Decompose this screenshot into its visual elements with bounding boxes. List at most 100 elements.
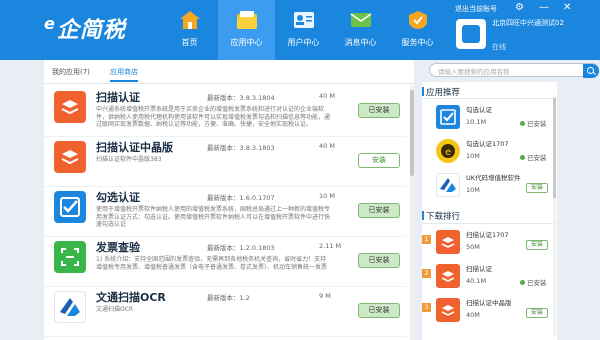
app-title[interactable]: 扫描认证中晶版 (96, 139, 173, 155)
app-tabs: 我的应用(7) 应用商店 请输入要搜索的应用名称 (44, 60, 599, 84)
installed-button[interactable]: 已安装 (358, 103, 400, 118)
installed-status: 已安装 (520, 152, 547, 162)
app-list-pane: 我的应用(7) 应用商店 请输入要搜索的应用名称 扫描认证 最新版本：3.8.3… (44, 60, 599, 340)
recommend-item[interactable]: e 勾选认证1707 10M 已安装 (422, 138, 550, 172)
download-item[interactable]: 1 扫描认证1707 50M 安装 (422, 229, 550, 263)
recommend-name: 勾选认证1707 (466, 140, 509, 148)
home-icon (179, 10, 201, 30)
window-controls: 退出当前账号 ⚙ — ✕ (455, 2, 600, 16)
recommend-name: 勾选认证 (466, 106, 492, 114)
folder-icon (236, 10, 258, 30)
app-header: e企简税 首页 应用中心 用户中心 消息中心 服务中心 退出当前账号 ⚙ — ✕… (0, 0, 600, 60)
sidebar-scrollbar[interactable] (553, 96, 556, 336)
recommend-size: 10M (466, 186, 480, 194)
scan-certify-zhongjing-icon (54, 141, 86, 173)
user-card-icon (293, 10, 315, 30)
app-list-scrollbar[interactable] (410, 86, 414, 340)
rank-badge: 2 (422, 269, 431, 278)
app-description: 文通扫描OCR (96, 306, 134, 313)
recommend-item[interactable]: UK代码增值税软件 10M 安装 (422, 172, 550, 206)
nav-home[interactable]: 首页 (161, 0, 218, 60)
search-icon[interactable] (583, 64, 599, 78)
app-title[interactable]: 文通扫描OCR (96, 289, 166, 305)
list-item: 勾选认证 最新版本：1.6.0.1707 10 M 使用于增值税开票软件纳税人使… (44, 187, 406, 237)
installed-button[interactable]: 已安装 (358, 253, 400, 268)
app-description: 1) 系统介绍：支持全国范围的发票查验，无需再到各地税务机关查询，省时省力！支持… (96, 256, 328, 271)
app-title[interactable]: 扫描认证 (96, 89, 140, 105)
installed-status: 已安装 (520, 118, 547, 128)
scan-certify-icon (436, 264, 460, 288)
recommend-item[interactable]: 勾选认证 10.1M 已安装 (422, 104, 550, 138)
nav-message-center[interactable]: 消息中心 (332, 0, 389, 60)
close-icon[interactable]: ✕ (563, 2, 571, 13)
installed-button[interactable]: 已安装 (358, 203, 400, 218)
app-size: 40 M (319, 142, 335, 150)
nav-service-center[interactable]: 服务中心 (389, 0, 446, 60)
app-version: 最新版本：1.2 (207, 294, 250, 302)
nav-message-center-label: 消息中心 (344, 38, 377, 47)
service-icon (407, 10, 429, 30)
settings-icon[interactable]: ⚙ (515, 2, 524, 13)
recommend-name: UK代码增值税软件 (466, 174, 521, 182)
nav-service-center-label: 服务中心 (401, 38, 434, 47)
download-item[interactable]: 3 扫描认证中晶版 40M 安装 (422, 297, 550, 331)
logout-link[interactable]: 退出当前账号 (455, 4, 497, 14)
user-panel[interactable]: 北京四旺中兴通测试02 在线 (452, 17, 564, 55)
install-button[interactable]: 安装 (358, 153, 400, 168)
recommend-size: 10M (466, 152, 480, 160)
uk-software-icon (436, 173, 460, 197)
download-rank-title: 下载排行 (421, 211, 461, 222)
scan-certify-icon (436, 230, 460, 254)
app-version: 最新版本：1.6.0.1707 (207, 194, 275, 202)
installed-button[interactable]: 已安装 (358, 303, 400, 318)
nav-home-label: 首页 (181, 38, 198, 47)
app-title[interactable]: 发票查验 (96, 239, 140, 255)
download-item[interactable]: 2 扫描认证 40.1M 已安装 (422, 263, 550, 297)
app-version: 最新版本：3.8.3.1804 (207, 94, 275, 102)
recommend-title: 应用推荐 (421, 87, 461, 98)
list-item: 扫描认证 最新版本：3.8.3.1804 40 M 中兴通系统增值税开票系统是用… (44, 87, 406, 137)
nav-user-center-label: 用户中心 (287, 38, 320, 47)
avatar (456, 19, 486, 49)
app-description: 使用于增值税开票软件纳税人使用的增值税发票系统，国税总局通过上一种新的增值税专用… (96, 206, 331, 229)
scan-certify-icon (436, 298, 460, 322)
app-title[interactable]: 勾选认证 (96, 189, 140, 205)
download-name: 扫描认证中晶版 (466, 299, 512, 307)
install-button[interactable]: 安装 (526, 240, 548, 250)
nav-app-center-label: 应用中心 (230, 38, 263, 47)
app-version: 最新版本：3.8.3.1803 (207, 144, 275, 152)
wentong-ocr-icon (54, 291, 86, 323)
divider (422, 98, 557, 99)
main-nav: 首页 应用中心 用户中心 消息中心 服务中心 (161, 0, 446, 60)
download-size: 50M (466, 243, 480, 251)
app-description: 中兴通系统增值税开票系统是用于买卖企业的增值税发票系统和进行对认证的企业端软件，… (96, 106, 331, 129)
tab-app-store[interactable]: 应用商店 (110, 67, 138, 82)
install-button[interactable]: 安装 (526, 183, 548, 193)
download-size: 40M (466, 311, 480, 319)
minimize-icon[interactable]: — (539, 2, 549, 13)
app-size: 2.11 M (319, 242, 342, 250)
rank-badge: 1 (422, 235, 431, 244)
installed-status: 已安装 (520, 277, 547, 287)
app-logo: e企简税 (44, 13, 126, 43)
app-description: 扫描认证软件中晶版383 (96, 156, 162, 163)
nav-user-center[interactable]: 用户中心 (275, 0, 332, 60)
download-name: 扫描认证 (466, 265, 492, 273)
e-certify-icon: e (436, 139, 460, 163)
list-item: 发票查验 最新版本：1.2.0.1803 2.11 M 1) 系统介绍：支持全国… (44, 237, 406, 287)
svg-text:e: e (445, 147, 451, 158)
user-name: 北京四旺中兴通测试02 (492, 19, 564, 27)
nav-app-center[interactable]: 应用中心 (218, 0, 275, 60)
list-item: 文通扫描OCR 最新版本：1.2 9 M 文通扫描OCR 已安装 (44, 287, 406, 337)
scan-certify-icon (54, 91, 86, 123)
tab-my-apps[interactable]: 我的应用(7) (52, 67, 90, 77)
install-button[interactable]: 安装 (526, 308, 548, 318)
invoice-verify-icon (54, 241, 86, 273)
mail-icon (350, 10, 372, 30)
download-size: 40.1M (466, 277, 487, 285)
app-size: 9 M (319, 292, 331, 300)
user-status: 在线 (492, 43, 506, 51)
search-input[interactable]: 请输入要搜索的应用名称 (429, 63, 599, 77)
download-name: 扫描认证1707 (466, 231, 509, 239)
checkbox-certify-icon (436, 105, 460, 129)
